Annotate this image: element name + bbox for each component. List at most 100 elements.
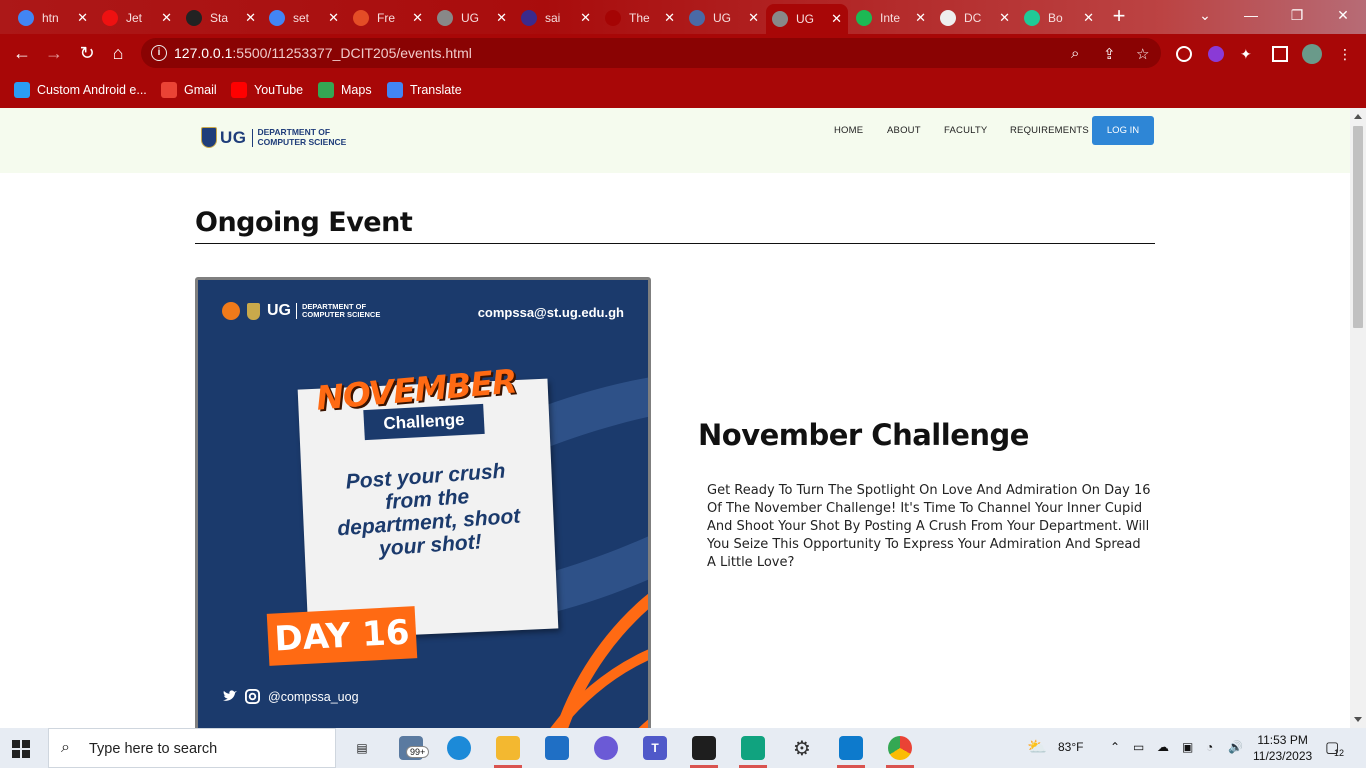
page-scrollbar[interactable] [1350, 108, 1366, 728]
browser-tab[interactable]: UG ✕ [766, 4, 848, 34]
scroll-up-icon[interactable] [1354, 114, 1362, 119]
settings-gear-icon[interactable]: ⚙ [790, 736, 814, 760]
share-icon[interactable]: ⇪ [1103, 45, 1116, 63]
close-tab-icon[interactable]: ✕ [831, 11, 842, 27]
site-logo[interactable]: UG DEPARTMENT OF COMPUTER SCIENCE [201, 127, 346, 148]
browser-tab[interactable]: set ✕ [263, 4, 345, 32]
extension-icon[interactable] [1176, 46, 1192, 62]
close-tab-icon[interactable]: ✕ [412, 10, 423, 26]
reload-icon[interactable]: ↻ [76, 42, 98, 64]
close-tab-icon[interactable]: ✕ [748, 10, 759, 26]
clock-time: 11:53 PM [1257, 733, 1308, 747]
url-text[interactable]: 127.0.0.1:5500/11253377_DCIT205/events.h… [174, 45, 472, 61]
close-tab-icon[interactable]: ✕ [999, 10, 1010, 26]
zoom-icon[interactable]: ⌕ [1071, 45, 1079, 62]
browser-tab[interactable]: UG ✕ [683, 4, 765, 32]
search-icon: ⌕ [61, 739, 70, 756]
close-tab-icon[interactable]: ✕ [580, 10, 591, 26]
poster-dept-text: DEPARTMENT OF COMPUTER SCIENCE [302, 303, 380, 319]
login-button[interactable]: LOG IN [1092, 116, 1154, 145]
tab-label: The [629, 11, 650, 25]
forward-icon[interactable]: → [43, 42, 65, 64]
taskbar-search[interactable]: ⌕ Type here to search [48, 728, 336, 768]
menu-icon[interactable]: ⋮ [1338, 46, 1354, 62]
windows-start-icon[interactable] [12, 740, 30, 758]
close-window-button[interactable]: ✕ [1320, 0, 1366, 30]
vscode-icon[interactable] [839, 736, 863, 760]
bookmark-label: Translate [410, 83, 462, 97]
scroll-down-icon[interactable] [1354, 717, 1362, 722]
bookmark-star-icon[interactable]: ☆ [1136, 45, 1149, 63]
weather-icon[interactable]: ⛅ [1027, 737, 1047, 757]
chrome-icon[interactable] [888, 736, 912, 760]
nav-about[interactable]: ABOUT [887, 125, 921, 136]
cloud-icon[interactable]: ☁ [1157, 740, 1169, 754]
browser-tab[interactable]: Fre ✕ [347, 4, 429, 32]
new-tab-button[interactable]: + [1108, 5, 1130, 28]
store-icon[interactable] [545, 736, 569, 760]
site-header: UG DEPARTMENT OF COMPUTER SCIENCE HOME A… [0, 108, 1350, 173]
site-info-icon[interactable]: i [151, 45, 167, 61]
close-tab-icon[interactable]: ✕ [328, 10, 339, 26]
close-tab-icon[interactable]: ✕ [245, 10, 256, 26]
close-tab-icon[interactable]: ✕ [915, 10, 926, 26]
copilot-icon[interactable] [594, 736, 618, 760]
nav-home[interactable]: HOME [834, 125, 863, 136]
task-view-icon[interactable]: ▤ [350, 736, 374, 760]
teams-icon[interactable]: T [643, 736, 667, 760]
browser-tab[interactable]: The ✕ [599, 4, 681, 32]
figma-icon[interactable] [692, 736, 716, 760]
taskbar-clock[interactable]: 11:53 PM 11/23/2023 [1253, 732, 1312, 764]
network-adapter-icon[interactable]: ▭ [1133, 740, 1144, 754]
chevron-up-icon[interactable]: ⌃ [1110, 740, 1120, 754]
extension-purple-icon[interactable] [1208, 46, 1224, 62]
weather-temp[interactable]: 83°F [1058, 740, 1083, 754]
device-icon[interactable]: ▣ [1182, 740, 1193, 754]
back-icon[interactable]: ← [11, 42, 33, 64]
mail-badge: 99+ [406, 746, 430, 758]
puzzle-icon[interactable]: ✦ [1240, 46, 1256, 62]
nav-faculty[interactable]: FACULTY [944, 125, 987, 136]
tab-label: sai [545, 11, 561, 25]
browser-tab[interactable]: sai ✕ [515, 4, 597, 32]
close-tab-icon[interactable]: ✕ [496, 10, 507, 26]
event-poster: UG DEPARTMENT OF COMPUTER SCIENCE compss… [195, 277, 651, 728]
volume-icon[interactable]: 🔊 [1228, 740, 1243, 754]
nox-icon [14, 82, 30, 98]
wifi-icon[interactable]: ◔ [1206, 740, 1213, 754]
bookmark-item[interactable]: Gmail [161, 81, 217, 99]
tab-search-icon[interactable]: ⌄ [1182, 0, 1228, 30]
browser-tab[interactable]: Inte ✕ [850, 4, 932, 32]
side-panel-icon[interactable] [1272, 46, 1288, 62]
chatgpt-icon[interactable] [741, 736, 765, 760]
file-explorer-icon[interactable] [496, 736, 520, 760]
bookmark-item[interactable]: YouTube [231, 81, 303, 99]
scroll-thumb[interactable] [1353, 126, 1363, 328]
generic-icon [605, 10, 621, 26]
close-tab-icon[interactable]: ✕ [161, 10, 172, 26]
bookmark-item[interactable]: Maps [318, 81, 372, 99]
browser-tab[interactable]: Bo ✕ [1018, 4, 1100, 32]
bookmark-item[interactable]: Custom Android e... [14, 81, 147, 99]
browser-tab[interactable]: Jet ✕ [96, 4, 178, 32]
browser-tab[interactable]: DC ✕ [934, 4, 1016, 32]
logo-divider [251, 128, 253, 147]
tab-label: UG [713, 11, 731, 25]
minimize-button[interactable]: — [1228, 0, 1274, 30]
bookmark-item[interactable]: Translate [387, 81, 462, 99]
browser-tab[interactable]: Sta ✕ [180, 4, 262, 32]
edge-icon[interactable] [447, 736, 471, 760]
browser-tab[interactable]: htn ✕ [12, 4, 94, 32]
html5-icon [353, 10, 369, 26]
page-viewport: UG DEPARTMENT OF COMPUTER SCIENCE HOME A… [0, 108, 1350, 728]
close-tab-icon[interactable]: ✕ [77, 10, 88, 26]
address-bar[interactable]: i 127.0.0.1:5500/11253377_DCIT205/events… [141, 38, 1161, 68]
close-tab-icon[interactable]: ✕ [1083, 10, 1094, 26]
nav-requirements[interactable]: REQUIREMENTS [1010, 125, 1089, 136]
restore-button[interactable]: ❐ [1274, 0, 1320, 30]
avatar[interactable] [1302, 44, 1322, 64]
close-tab-icon[interactable]: ✕ [664, 10, 675, 26]
home-icon[interactable]: ⌂ [107, 42, 129, 64]
browser-tab[interactable]: UG ✕ [431, 4, 513, 32]
logo-dept-text: DEPARTMENT OF COMPUTER SCIENCE [258, 127, 347, 147]
